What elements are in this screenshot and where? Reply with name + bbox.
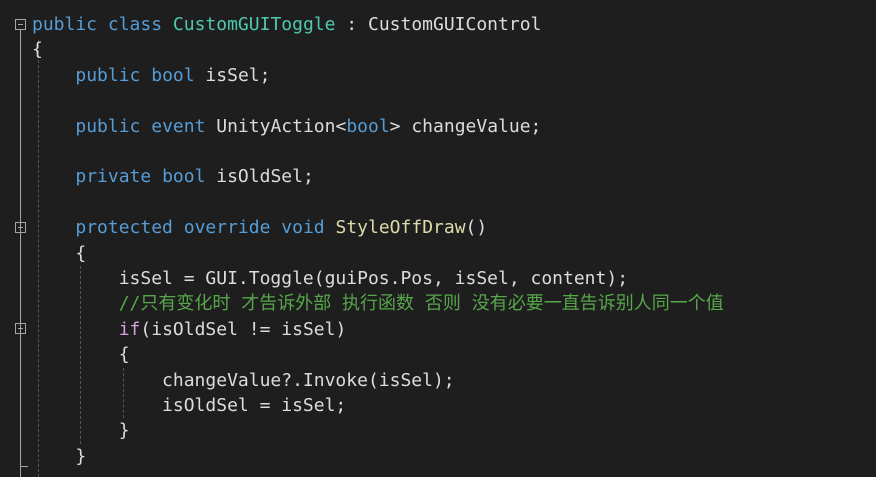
code-token: > changeValue; xyxy=(389,115,542,137)
code-token: : CustomGUIControl xyxy=(335,14,542,35)
code-token: UnityAction< xyxy=(205,115,347,137)
code-line[interactable]: changeValue?.Invoke(isSel); xyxy=(32,368,455,393)
code-token: if xyxy=(118,318,141,340)
code-token: bool xyxy=(346,115,390,137)
code-token: bool xyxy=(151,64,195,86)
code-line[interactable]: protected override void StyleOffDraw() xyxy=(32,215,487,240)
code-line[interactable]: { xyxy=(32,342,130,367)
code-line[interactable]: private bool isOldSel; xyxy=(32,164,314,189)
code-token: event xyxy=(151,115,206,137)
collapse-class-icon[interactable] xyxy=(15,19,26,30)
code-token: StyleOffDraw xyxy=(335,217,466,239)
code-token: isSel = GUI.Toggle(guiPos.Pos, isSel, co… xyxy=(32,268,629,289)
code-line[interactable]: public event UnityAction<bool> changeVal… xyxy=(32,114,541,139)
code-line[interactable]: if(isOldSel != isSel) xyxy=(32,317,347,342)
code-token: isOldSel = isSel; xyxy=(32,395,347,416)
code-line[interactable]: } xyxy=(32,444,86,469)
code-token: public xyxy=(75,115,141,137)
code-token: private xyxy=(75,166,152,188)
code-token: //只有变化时 才告诉外部 执行函数 否则 没有必要一直告诉别人同一个值 xyxy=(118,293,724,315)
code-token: } xyxy=(32,420,130,442)
code-token: isSel; xyxy=(194,64,271,86)
code-token: protected xyxy=(75,217,173,239)
code-line[interactable]: public bool isSel; xyxy=(32,63,270,88)
code-token: CustomGUIToggle xyxy=(172,14,336,35)
code-token: { xyxy=(32,39,43,61)
code-token: changeValue?.Invoke(isSel); xyxy=(32,369,455,391)
code-token: void xyxy=(281,217,325,239)
code-line[interactable]: { xyxy=(32,241,86,266)
code-line[interactable]: isSel = GUI.Toggle(guiPos.Pos, isSel, co… xyxy=(32,266,628,291)
code-token: class xyxy=(107,14,163,35)
code-token: } xyxy=(32,445,87,467)
code-line[interactable]: public class CustomGUIToggle : CustomGUI… xyxy=(32,12,541,37)
code-editor[interactable]: public class CustomGUIToggle : CustomGUI… xyxy=(0,0,876,477)
code-token: override xyxy=(183,217,271,239)
code-token: isOldSel; xyxy=(205,166,314,188)
code-token: bool xyxy=(162,166,206,188)
code-line[interactable]: { xyxy=(32,37,43,62)
code-token: (isOldSel != isSel) xyxy=(140,318,347,340)
fold-region-end xyxy=(20,466,28,467)
code-line[interactable]: isOldSel = isSel; xyxy=(32,393,346,418)
code-line[interactable]: } xyxy=(32,418,130,443)
code-line[interactable]: //只有变化时 才告诉外部 执行函数 否则 没有必要一直告诉别人同一个值 xyxy=(32,291,724,316)
code-token: public xyxy=(75,64,141,86)
code-token: public xyxy=(32,14,98,35)
code-token: () xyxy=(465,217,488,239)
fold-region-line xyxy=(20,30,21,477)
code-token: { xyxy=(32,344,130,366)
code-token: { xyxy=(32,242,87,264)
